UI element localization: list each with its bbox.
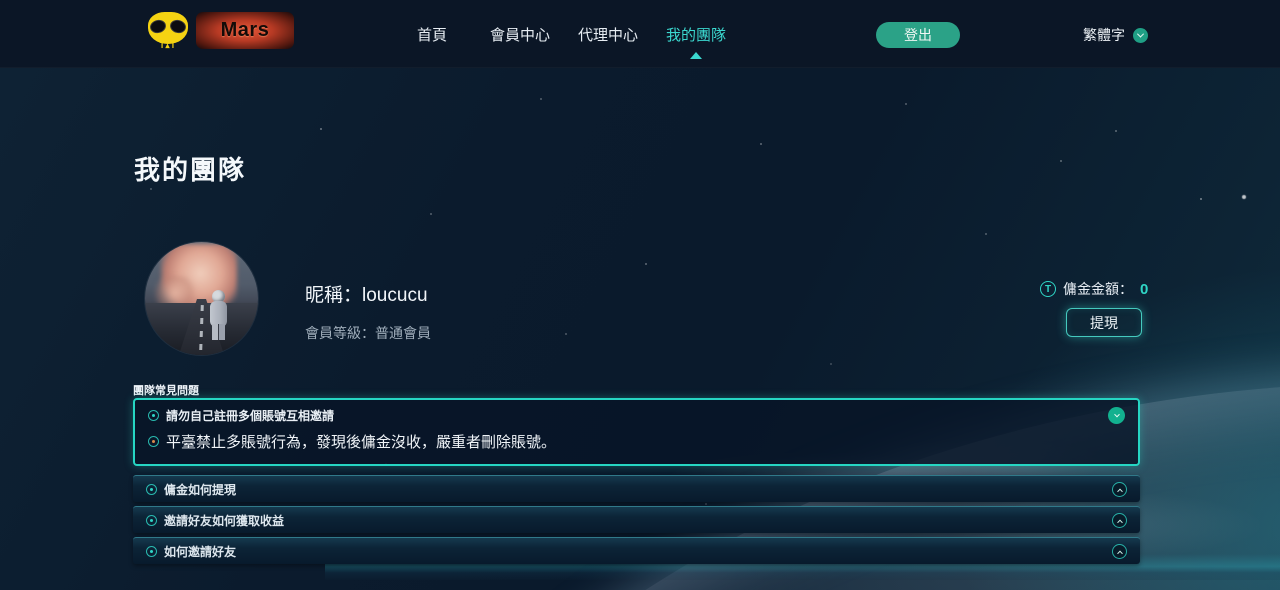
question-bullet-icon: [146, 546, 157, 557]
faq-item-0[interactable]: 請勿自己註冊多個賬號互相邀請 平臺禁止多賬號行為，發現後傭金沒收，嚴重者刪除賬號…: [133, 398, 1140, 466]
faq-question: 如何邀請好友: [164, 543, 236, 560]
faq-question-row: 請勿自己註冊多個賬號互相邀請: [148, 407, 334, 424]
faq-question: 傭金如何提現: [164, 481, 236, 498]
nav-my-team-label: 我的團隊: [666, 24, 726, 45]
chevron-down-icon: [1133, 28, 1148, 43]
brand-name: Mars: [221, 19, 270, 42]
faq-answer-row: 平臺禁止多賬號行為，發現後傭金沒收，嚴重者刪除賬號。: [148, 431, 556, 452]
chevron-up-icon[interactable]: [1112, 544, 1127, 559]
commission-amount: T 傭金金額： 0: [1040, 279, 1148, 299]
faq-item-2[interactable]: 邀請好友如何獲取收益: [133, 506, 1140, 533]
page: T▴T Mars 首頁 會員中心 代理中心 我的團隊 登出 繁體字 我的團: [0, 0, 1280, 590]
answer-bullet-icon: [148, 436, 159, 447]
nav-my-team[interactable]: 我的團隊: [652, 0, 740, 68]
nickname: 昵稱：loucucu: [305, 280, 428, 307]
faq-question: 邀請好友如何獲取收益: [164, 512, 284, 529]
member-level-label: 會員等級：: [305, 325, 375, 341]
question-bullet-icon: [148, 410, 159, 421]
faq-item-3[interactable]: 如何邀請好友: [133, 537, 1140, 564]
question-bullet-icon: [146, 515, 157, 526]
language-label: 繁體字: [1083, 25, 1125, 45]
member-level: 會員等級：普通會員: [305, 323, 431, 343]
faq-question: 請勿自己註冊多個賬號互相邀請: [166, 407, 334, 424]
tether-token-icon: T: [1040, 281, 1056, 297]
starfield: [0, 68, 2, 70]
nickname-label: 昵稱：: [305, 285, 362, 306]
nickname-value: loucucu: [362, 285, 428, 306]
commission-value: 0: [1140, 281, 1148, 298]
logout-button[interactable]: 登出: [876, 22, 960, 48]
chevron-down-icon[interactable]: [1108, 407, 1125, 424]
faq-section-label: 團隊常見問題: [133, 382, 199, 398]
nav-member-center[interactable]: 會員中心: [476, 0, 564, 68]
nav-home[interactable]: 首頁: [388, 0, 476, 68]
active-tab-indicator: [690, 52, 702, 59]
faq-answer: 平臺禁止多賬號行為，發現後傭金沒收，嚴重者刪除賬號。: [166, 431, 556, 452]
commission-label: 傭金金額：: [1063, 279, 1133, 299]
withdraw-button[interactable]: 提現: [1066, 308, 1142, 337]
language-selector[interactable]: 繁體字: [1083, 25, 1148, 45]
brand-name-badge: Mars: [196, 12, 294, 49]
faq-item-1[interactable]: 傭金如何提現: [133, 475, 1140, 502]
chevron-up-icon[interactable]: [1112, 513, 1127, 528]
main-content: 我的團隊 昵稱：loucucu 會員等級：普通會員 T 傭金金額： 0 提: [0, 68, 1280, 590]
chevron-up-icon[interactable]: [1112, 482, 1127, 497]
nav-agent-center[interactable]: 代理中心: [564, 0, 652, 68]
brand-logo[interactable]: T▴T Mars: [146, 10, 294, 50]
main-nav: 首頁 會員中心 代理中心 我的團隊: [388, 0, 740, 68]
member-level-value: 普通會員: [375, 325, 431, 341]
astronaut-figure: [208, 290, 230, 342]
question-bullet-icon: [146, 484, 157, 495]
avatar: [145, 242, 258, 355]
page-title: 我的團隊: [134, 150, 246, 187]
alien-logo-icon: T▴T: [146, 10, 190, 50]
navbar: T▴T Mars 首頁 會員中心 代理中心 我的團隊 登出 繁體字: [0, 0, 1280, 68]
